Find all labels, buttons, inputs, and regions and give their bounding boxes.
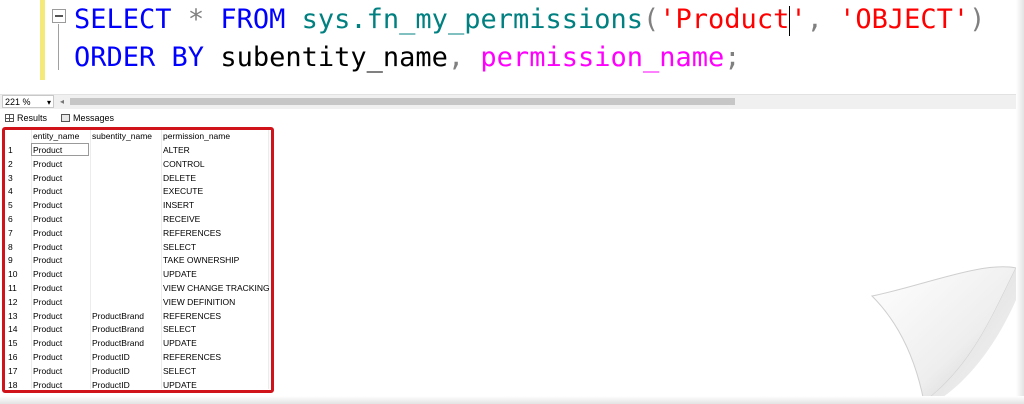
select-keyword: SELECT (74, 4, 172, 35)
comma-2: , (447, 42, 465, 73)
page-curl (870, 266, 1024, 404)
comma: , (806, 4, 823, 35)
outline-line (58, 24, 59, 70)
chevron-down-icon: ▾ (46, 98, 51, 107)
highlight-box (2, 127, 274, 393)
collapse-minus-icon[interactable] (52, 9, 66, 23)
tab-results-label: Results (17, 113, 48, 123)
order-by-keyword: ORDER BY (74, 42, 205, 73)
scroll-left-arrow-icon[interactable]: ◂ (60, 97, 64, 106)
string-arg-2: 'OBJECT' (839, 4, 970, 35)
query-editor[interactable]: SELECT * FROM sys.fn_my_permissions('Pro… (0, 0, 1016, 90)
screenshot-page: SELECT * FROM sys.fn_my_permissions('Pro… (0, 0, 1024, 404)
messages-icon (61, 114, 70, 122)
star-operator: * (187, 4, 205, 35)
tab-messages[interactable]: Messages (61, 113, 114, 123)
zoom-value: 221 % (5, 97, 31, 107)
horizontal-scrollbar-thumb[interactable] (70, 98, 735, 105)
close-paren: ) (969, 4, 986, 35)
string-arg-1b: ' (790, 4, 807, 35)
page-shadow-bottom (0, 396, 1024, 404)
function-name: sys.fn_my_permissions (301, 4, 644, 35)
zoom-dropdown[interactable]: 221 % ▾ (2, 95, 54, 108)
column-permission: permission_name (480, 42, 725, 73)
zoom-scroll-strip: 221 % ▾ ◂ (0, 94, 1016, 109)
string-arg-1a: 'Product (659, 4, 790, 35)
semicolon: ; (724, 42, 741, 73)
tab-results[interactable]: Results (5, 113, 47, 123)
page-shadow-right (1016, 0, 1024, 404)
results-tabs: Results Messages (0, 112, 1016, 126)
grid-icon (5, 114, 14, 122)
tab-messages-label: Messages (73, 113, 115, 123)
change-tracking-bar (40, 0, 45, 80)
column-subentity: subentity_name (220, 42, 448, 73)
code-line-2[interactable]: ORDER BY subentity_name, permission_name… (74, 41, 741, 75)
code-line-1[interactable]: SELECT * FROM sys.fn_my_permissions('Pro… (74, 3, 985, 37)
open-paren: ( (643, 4, 660, 35)
from-keyword: FROM (220, 4, 286, 35)
